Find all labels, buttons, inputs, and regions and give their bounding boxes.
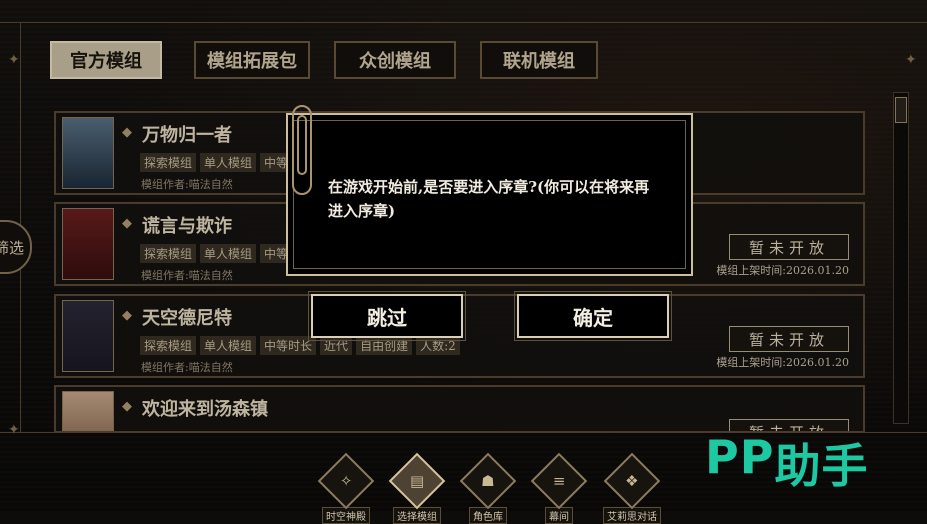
nav-label: 时空神殿 [322,507,370,524]
skip-button[interactable]: 跳过 [308,291,466,341]
nav-temple[interactable]: ✧ 时空神殿 [311,452,381,524]
nav-label: 幕间 [545,507,573,524]
watermark-logo: PP [705,430,775,484]
nav-characters[interactable]: ☗ 角色库 [453,452,523,524]
nav-select-mod[interactable]: ▤ 选择模组 [382,452,452,524]
nav-label: 艾莉思对话 [603,507,661,524]
character-card-icon: ☗ [459,452,517,510]
nav-label: 选择模组 [393,507,441,524]
dialogue-cards-icon: ❖ [603,452,661,510]
cards-icon: ▤ [388,452,446,510]
dialog-message: 在游戏开始前,是否要进入序章?(你可以在将来再进入序章) [328,178,650,220]
confirm-button[interactable]: 确定 [514,291,672,341]
compass-icon: ✧ [317,452,375,510]
prologue-dialog: 在游戏开始前,是否要进入序章?(你可以在将来再进入序章) [286,113,693,276]
nav-label: 角色库 [469,507,507,524]
nav-interlude[interactable]: ≡ 幕间 [524,452,594,524]
book-stack-icon: ≡ [530,452,588,510]
paperclip-icon [292,105,312,195]
watermark: PP 助手 [705,430,868,496]
nav-dialogue[interactable]: ❖ 艾莉思对话 [597,452,667,524]
watermark-text: 助手 [774,439,869,493]
